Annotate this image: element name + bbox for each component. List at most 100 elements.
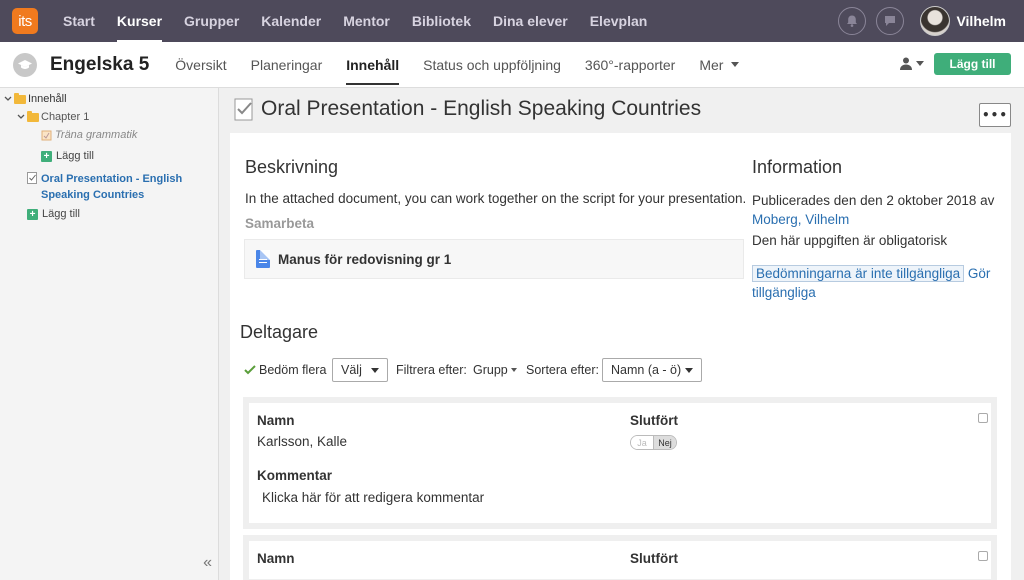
- tree-item-label[interactable]: Träna grammatik: [55, 129, 137, 141]
- page-title-row: Oral Presentation - English Speaking Cou…: [234, 96, 701, 122]
- published-info: Publicerades den den 2 oktober 2018 av M…: [752, 191, 1002, 229]
- course-tabs: Översikt Planeringar Innehåll Status och…: [163, 42, 751, 88]
- completed-toggle[interactable]: Ja Nej: [630, 435, 677, 450]
- filter-group-dropdown[interactable]: Grupp: [473, 358, 517, 382]
- notifications-button[interactable]: [838, 7, 867, 35]
- sort-label-text: Sortera efter:: [526, 363, 599, 377]
- nav-start[interactable]: Start: [52, 0, 106, 42]
- chevron-down-icon: [916, 61, 924, 66]
- chapter-add-label[interactable]: Lägg till: [56, 150, 94, 162]
- sort-label: Sortera efter:: [526, 358, 599, 382]
- tree-item-active[interactable]: Oral Presentation - English Speaking Cou…: [27, 171, 207, 203]
- nav-bibliotek[interactable]: Bibliotek: [401, 0, 482, 42]
- nav-mentor[interactable]: Mentor: [332, 0, 401, 42]
- avatar[interactable]: [920, 6, 951, 36]
- participant-row: Namn Karlsson, Kalle Slutfört Ja Nej Kom…: [243, 397, 997, 529]
- plus-icon: +: [41, 150, 52, 162]
- add-button[interactable]: Lägg till: [934, 53, 1011, 75]
- check-pencil-icon: [244, 365, 256, 375]
- participant-filters: Bedöm flera Välj Filtrera efter: Grupp S…: [244, 358, 1004, 382]
- completed-label: Slutfört: [630, 413, 678, 428]
- published-text: Publicerades den den 2 oktober 2018 av: [752, 193, 995, 208]
- comment-label: Kommentar: [257, 468, 333, 483]
- content-tree-sidebar: Innehåll Chapter 1 Träna grammatik + Läg…: [0, 88, 219, 580]
- course-icon: [13, 52, 37, 77]
- chevron-down-icon: [731, 62, 740, 67]
- choose-select[interactable]: Välj: [332, 358, 388, 382]
- chevron-down-icon[interactable]: [17, 113, 25, 121]
- sort-select[interactable]: Namn (a - ö): [602, 358, 702, 382]
- nav-dina-elever[interactable]: Dina elever: [482, 0, 579, 42]
- tab-more[interactable]: Mer: [687, 42, 751, 88]
- chat-icon: [885, 16, 896, 26]
- chevron-down-icon: [371, 367, 379, 373]
- description-text: In the attached document, you can work t…: [245, 191, 747, 206]
- attachment-label[interactable]: Manus för redovisning gr 1: [278, 252, 451, 267]
- collaborate-heading: Samarbeta: [245, 216, 315, 231]
- chevron-down-icon[interactable]: [4, 95, 12, 103]
- tree-root-label[interactable]: Innehåll: [28, 93, 67, 105]
- tab-planeringar[interactable]: Planeringar: [239, 42, 335, 88]
- tree-active-label[interactable]: Oral Presentation - English Speaking Cou…: [41, 171, 207, 203]
- bell-icon: [847, 15, 858, 27]
- chevron-down-icon: [685, 367, 693, 373]
- toggle-yes[interactable]: Ja: [631, 436, 653, 449]
- folder-icon: [14, 92, 26, 104]
- tree-root[interactable]: Innehåll: [4, 92, 67, 105]
- grades-unavailable-badge: Bedömningarna är inte tillgängliga: [752, 265, 965, 282]
- tree-item-grammar[interactable]: Träna grammatik: [41, 129, 137, 141]
- choose-select-value: Välj: [341, 363, 362, 377]
- name-label: Namn: [257, 413, 295, 428]
- author-link[interactable]: Moberg, Vilhelm: [752, 212, 849, 227]
- folder-icon: [27, 110, 39, 122]
- participants-heading: Deltagare: [240, 322, 319, 342]
- root-add-item[interactable]: + Lägg till: [27, 208, 80, 220]
- completed-label: Slutfört: [630, 551, 678, 566]
- grade-many[interactable]: Bedöm flera: [244, 358, 326, 382]
- google-doc-icon: [256, 250, 270, 268]
- grade-many-label[interactable]: Bedöm flera: [259, 363, 326, 377]
- filter-label: Filtrera efter:: [396, 358, 467, 382]
- assignment-card: Beskrivning In the attached document, yo…: [230, 133, 1011, 580]
- filter-label-text: Filtrera efter:: [396, 363, 467, 377]
- page-title: Oral Presentation - English Speaking Cou…: [261, 97, 702, 120]
- tab-status[interactable]: Status och uppföljning: [411, 42, 573, 88]
- root-add-label[interactable]: Lägg till: [42, 208, 80, 220]
- its-logo[interactable]: its: [12, 8, 38, 34]
- attachment-link[interactable]: Manus för redovisning gr 1: [244, 239, 744, 279]
- nav-elevplan[interactable]: Elevplan: [579, 0, 659, 42]
- top-right-tools: Vilhelm: [828, 0, 1006, 42]
- participant-name: Karlsson, Kalle: [257, 434, 348, 449]
- tab-360-reports[interactable]: 360°-rapporter: [573, 42, 687, 88]
- messages-button[interactable]: [876, 7, 905, 35]
- person-icon: [900, 57, 912, 70]
- main-content: Oral Presentation - English Speaking Cou…: [220, 88, 1024, 580]
- course-title: Engelska 5: [50, 53, 150, 75]
- assignment-icon: [27, 172, 37, 184]
- select-participant-checkbox[interactable]: [978, 413, 988, 423]
- chapter-add-item[interactable]: + Lägg till: [41, 150, 94, 162]
- chevron-down-icon: [510, 368, 517, 372]
- tab-more-label: Mer: [699, 56, 724, 73]
- top-navbar: its Start Kurser Grupper Kalender Mentor…: [0, 0, 1024, 42]
- select-participant-checkbox[interactable]: [978, 551, 988, 561]
- tree-chapter[interactable]: Chapter 1: [17, 110, 89, 123]
- collapse-sidebar-icon[interactable]: «: [203, 554, 212, 572]
- participant-row: Namn Slutfört: [243, 535, 997, 580]
- username[interactable]: Vilhelm: [956, 13, 1006, 29]
- nav-kalender[interactable]: Kalender: [250, 0, 332, 42]
- filter-group-value: Grupp: [473, 363, 508, 377]
- course-bar: Engelska 5 Översikt Planeringar Innehåll…: [0, 42, 1024, 88]
- more-options-button[interactable]: •••: [979, 103, 1011, 127]
- toggle-no[interactable]: Nej: [653, 436, 676, 449]
- person-menu[interactable]: [900, 57, 924, 70]
- assignment-icon: [234, 98, 253, 121]
- comment-edit[interactable]: Klicka här för att redigera kommentar: [262, 490, 484, 505]
- nav-grupper[interactable]: Grupper: [173, 0, 250, 42]
- tree-chapter-label[interactable]: Chapter 1: [41, 111, 89, 123]
- nav-kurser[interactable]: Kurser: [106, 0, 173, 42]
- tab-oversikt[interactable]: Översikt: [163, 42, 238, 88]
- sort-select-value: Namn (a - ö): [611, 363, 682, 377]
- description-heading: Beskrivning: [245, 157, 339, 177]
- tab-innehall[interactable]: Innehåll: [334, 42, 411, 88]
